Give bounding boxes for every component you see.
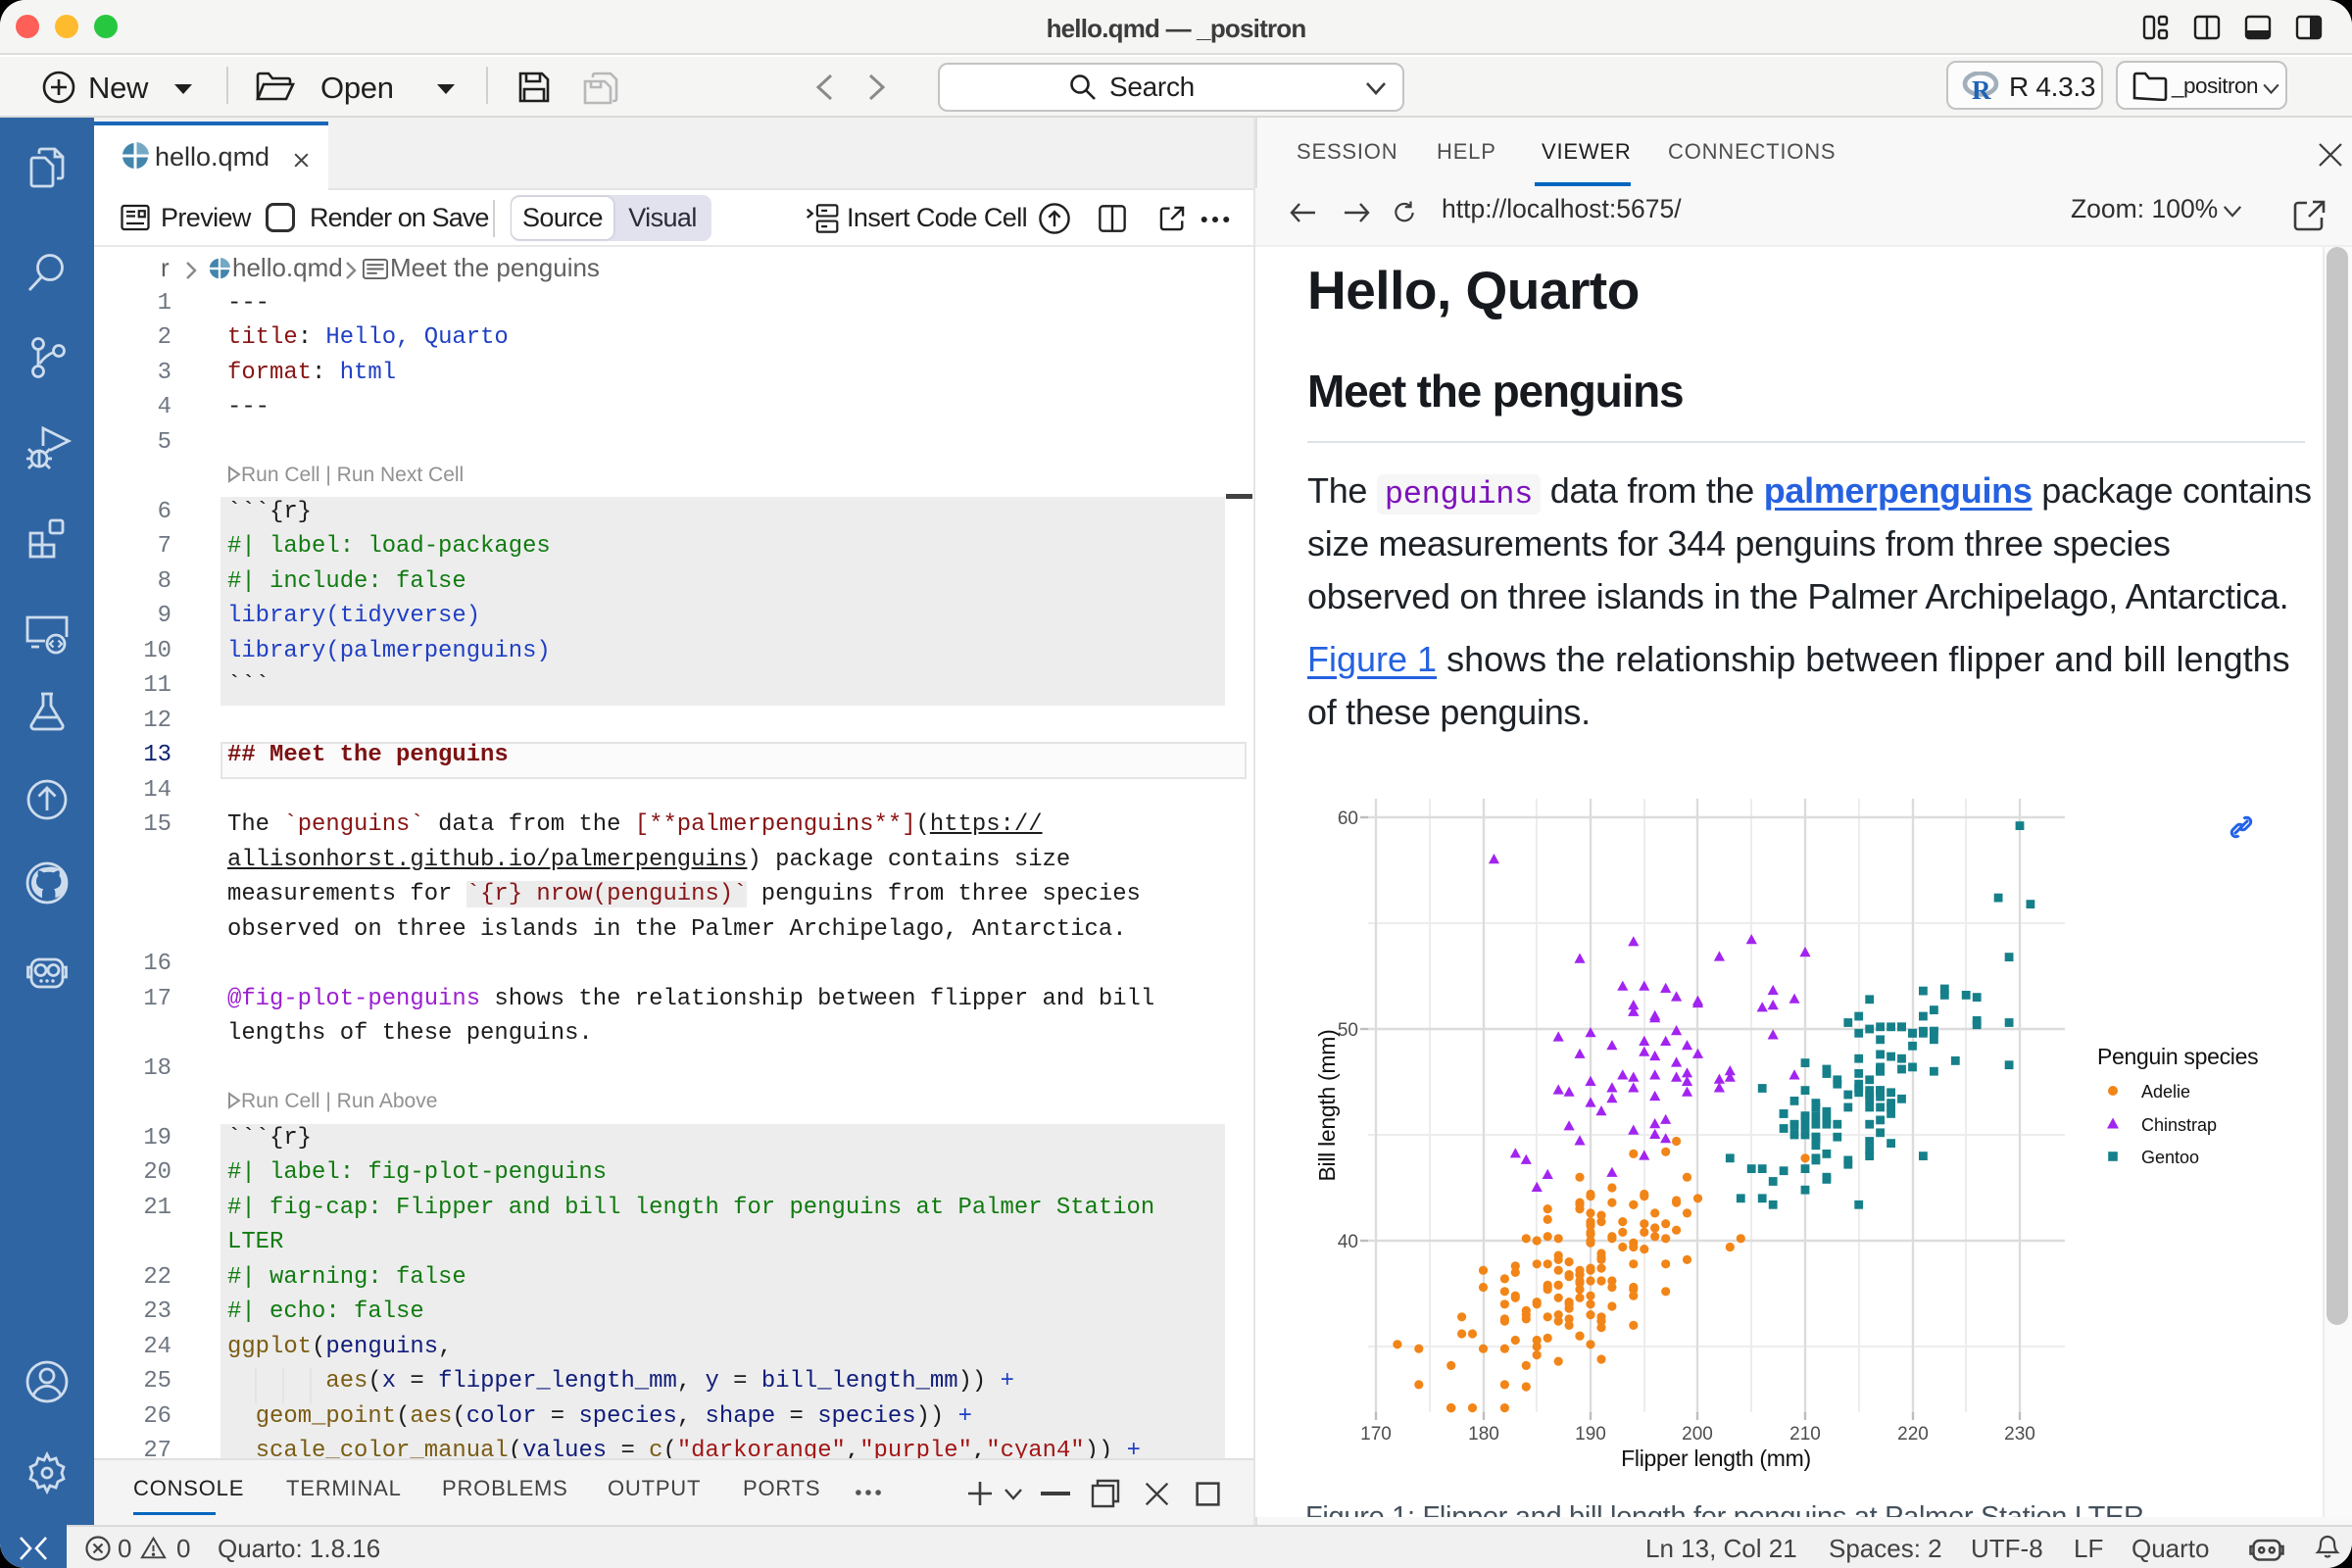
svg-text:210: 210 — [1789, 1424, 1821, 1445]
svg-text:60: 60 — [1338, 808, 1358, 829]
svg-text:Gentoo: Gentoo — [2141, 1148, 2199, 1167]
svg-text:230: 230 — [2004, 1424, 2035, 1445]
svg-text:200: 200 — [1682, 1424, 1713, 1445]
svg-text:180: 180 — [1468, 1424, 1499, 1445]
svg-text:Bill length (mm): Bill length (mm) — [1314, 1030, 1340, 1182]
svg-text:Adelie: Adelie — [2141, 1082, 2190, 1102]
svg-text:40: 40 — [1338, 1232, 1358, 1252]
svg-text:Chinstrap: Chinstrap — [2141, 1115, 2217, 1135]
svg-text:220: 220 — [1897, 1424, 1929, 1445]
svg-text:R: R — [1972, 75, 1991, 103]
svg-text:50: 50 — [1338, 1020, 1358, 1041]
svg-text:Flipper length (mm): Flipper length (mm) — [1621, 1446, 1811, 1471]
svg-text:Penguin species: Penguin species — [2097, 1044, 2258, 1069]
svg-text:190: 190 — [1575, 1424, 1606, 1445]
svg-text:170: 170 — [1360, 1424, 1392, 1445]
